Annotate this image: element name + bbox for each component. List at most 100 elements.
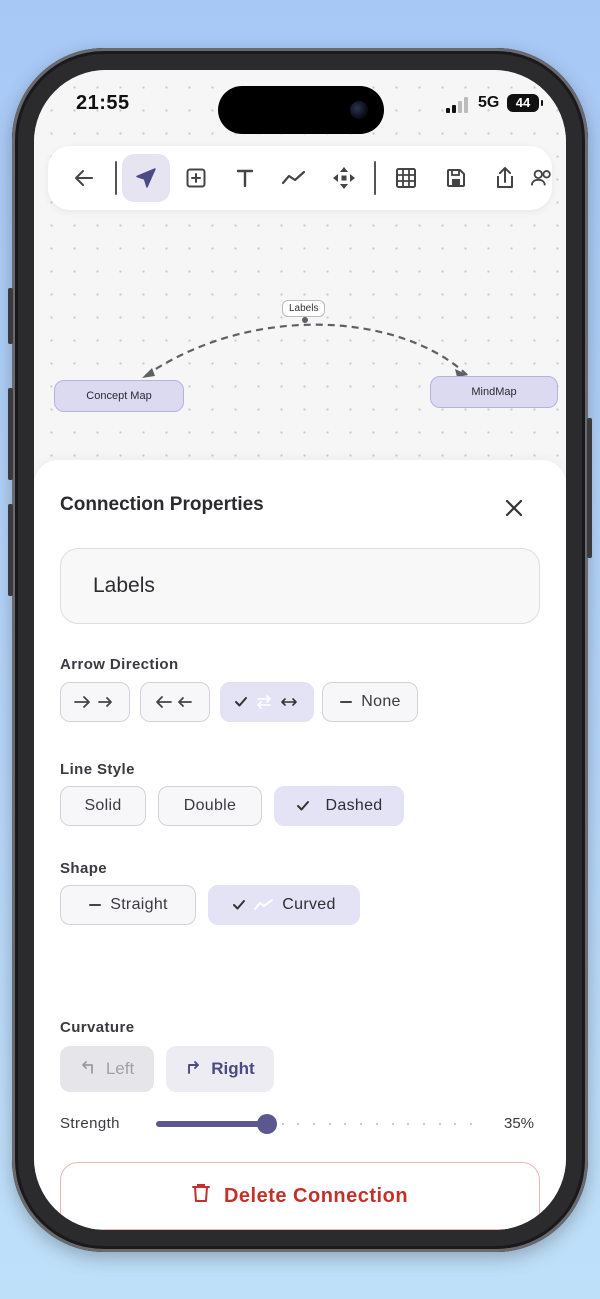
strength-label: Strength — [60, 1115, 120, 1132]
status-time: 21:55 — [76, 92, 130, 114]
line-style-heading: Line Style — [60, 761, 135, 778]
add-box-icon — [186, 168, 206, 188]
back-button[interactable] — [60, 154, 108, 202]
slider-track-dot — [360, 1123, 363, 1125]
power-button — [587, 418, 592, 558]
share-button[interactable] — [481, 154, 529, 202]
grid-button[interactable] — [382, 154, 430, 202]
slider-track-dot — [422, 1123, 425, 1125]
curve-icon — [254, 898, 274, 912]
connection-label-input[interactable]: Labels — [60, 548, 540, 624]
connection-properties-panel: Connection Properties Labels Arrow Direc… — [34, 460, 566, 1230]
share-icon — [497, 167, 513, 188]
arrow-direction-heading: Arrow Direction — [60, 656, 179, 673]
move-tool-button[interactable] — [320, 154, 368, 202]
edge-handle[interactable] — [302, 317, 308, 323]
shape-curved-option[interactable]: Curved — [208, 885, 360, 925]
straight-label: Straight — [110, 896, 168, 913]
camera-icon — [350, 101, 368, 119]
turn-left-icon — [80, 1059, 96, 1080]
toolbar-divider — [115, 161, 117, 195]
curved-label: Curved — [282, 896, 336, 913]
volume-up-button — [8, 388, 13, 480]
save-icon — [447, 169, 465, 187]
edge-label[interactable]: Labels — [282, 300, 326, 317]
battery-icon: 44 — [507, 94, 543, 112]
node-concept-map[interactable]: Concept Map — [54, 380, 184, 412]
volume-down-button — [8, 504, 13, 596]
toolbar-divider — [374, 161, 376, 195]
turn-right-icon — [185, 1059, 201, 1080]
arrow-backward-option[interactable] — [140, 682, 210, 722]
arrow-forward-icon — [73, 694, 117, 710]
arrow-forward-option[interactable] — [60, 682, 130, 722]
slider-track-dot — [391, 1123, 394, 1125]
slider-track-dot — [375, 1123, 378, 1125]
dashed-label: Dashed — [325, 797, 383, 814]
network-type: 5G — [478, 94, 500, 111]
panel-title: Connection Properties — [60, 494, 264, 515]
arrow-both-icon — [256, 694, 300, 710]
arrow-none-label: None — [361, 693, 401, 710]
double-label: Double — [183, 797, 237, 814]
line-chart-icon — [281, 170, 306, 185]
trash-icon — [191, 1183, 210, 1209]
grid-icon — [396, 168, 416, 188]
move-icon — [333, 167, 355, 189]
slider-track-dot — [454, 1123, 457, 1125]
strength-value: 35% — [504, 1115, 535, 1132]
collaborators-button[interactable] — [530, 154, 554, 202]
check-icon — [296, 799, 310, 813]
toolbar — [48, 146, 552, 210]
slider-thumb[interactable] — [256, 1114, 277, 1134]
slider-fill — [156, 1121, 267, 1127]
text-icon — [236, 169, 254, 188]
check-icon — [232, 898, 246, 912]
arrow-backward-icon — [153, 694, 197, 710]
curvature-left-option[interactable]: Left — [60, 1046, 154, 1092]
action-button — [8, 288, 13, 344]
connector-tool-button[interactable] — [270, 154, 318, 202]
slider-track-dot — [407, 1123, 410, 1125]
screen: Labels Concept Map MindMap 21:55 5G 44 C… — [34, 70, 566, 1230]
delete-label: Delete Connection — [223, 1184, 409, 1207]
people-icon — [530, 169, 551, 186]
minus-icon — [339, 695, 353, 709]
select-tool-button[interactable] — [122, 154, 170, 202]
slider-track-dot — [328, 1123, 331, 1125]
arrowhead-left — [142, 368, 155, 378]
text-tool-button[interactable] — [221, 154, 269, 202]
shape-straight-option[interactable]: Straight — [60, 885, 196, 925]
shape-heading: Shape — [60, 860, 108, 877]
battery-level: 44 — [515, 95, 531, 110]
slider-track-dot — [297, 1123, 300, 1125]
left-label: Left — [105, 1059, 135, 1078]
strength-slider[interactable] — [156, 1112, 472, 1136]
back-arrow-icon — [75, 170, 93, 186]
arrow-none-option[interactable]: None — [322, 682, 418, 722]
line-style-solid-option[interactable]: Solid — [60, 786, 146, 826]
close-button[interactable] — [496, 490, 532, 526]
slider-track-dot — [470, 1123, 472, 1125]
signal-icon — [446, 97, 474, 113]
line-style-double-option[interactable]: Double — [158, 786, 262, 826]
right-label: Right — [211, 1059, 255, 1078]
minus-icon — [88, 898, 102, 912]
slider-track-dot — [344, 1123, 347, 1125]
curvature-right-option[interactable]: Right — [166, 1046, 274, 1092]
line-style-dashed-option[interactable]: Dashed — [274, 786, 404, 826]
check-icon — [234, 695, 248, 709]
curvature-heading: Curvature — [60, 1019, 135, 1036]
node-mindmap[interactable]: MindMap — [430, 376, 558, 408]
delete-connection-button[interactable]: Delete Connection — [60, 1162, 540, 1230]
slider-track-dot — [313, 1123, 315, 1125]
pointer-icon — [136, 168, 156, 188]
arrow-both-option[interactable] — [220, 682, 314, 722]
add-node-button[interactable] — [172, 154, 220, 202]
status-bar: 21:55 5G 44 — [34, 70, 566, 140]
solid-label: Solid — [84, 797, 122, 814]
slider-track-dot — [281, 1123, 284, 1125]
dynamic-island — [218, 86, 384, 134]
save-button[interactable] — [432, 154, 480, 202]
close-icon — [505, 499, 523, 517]
